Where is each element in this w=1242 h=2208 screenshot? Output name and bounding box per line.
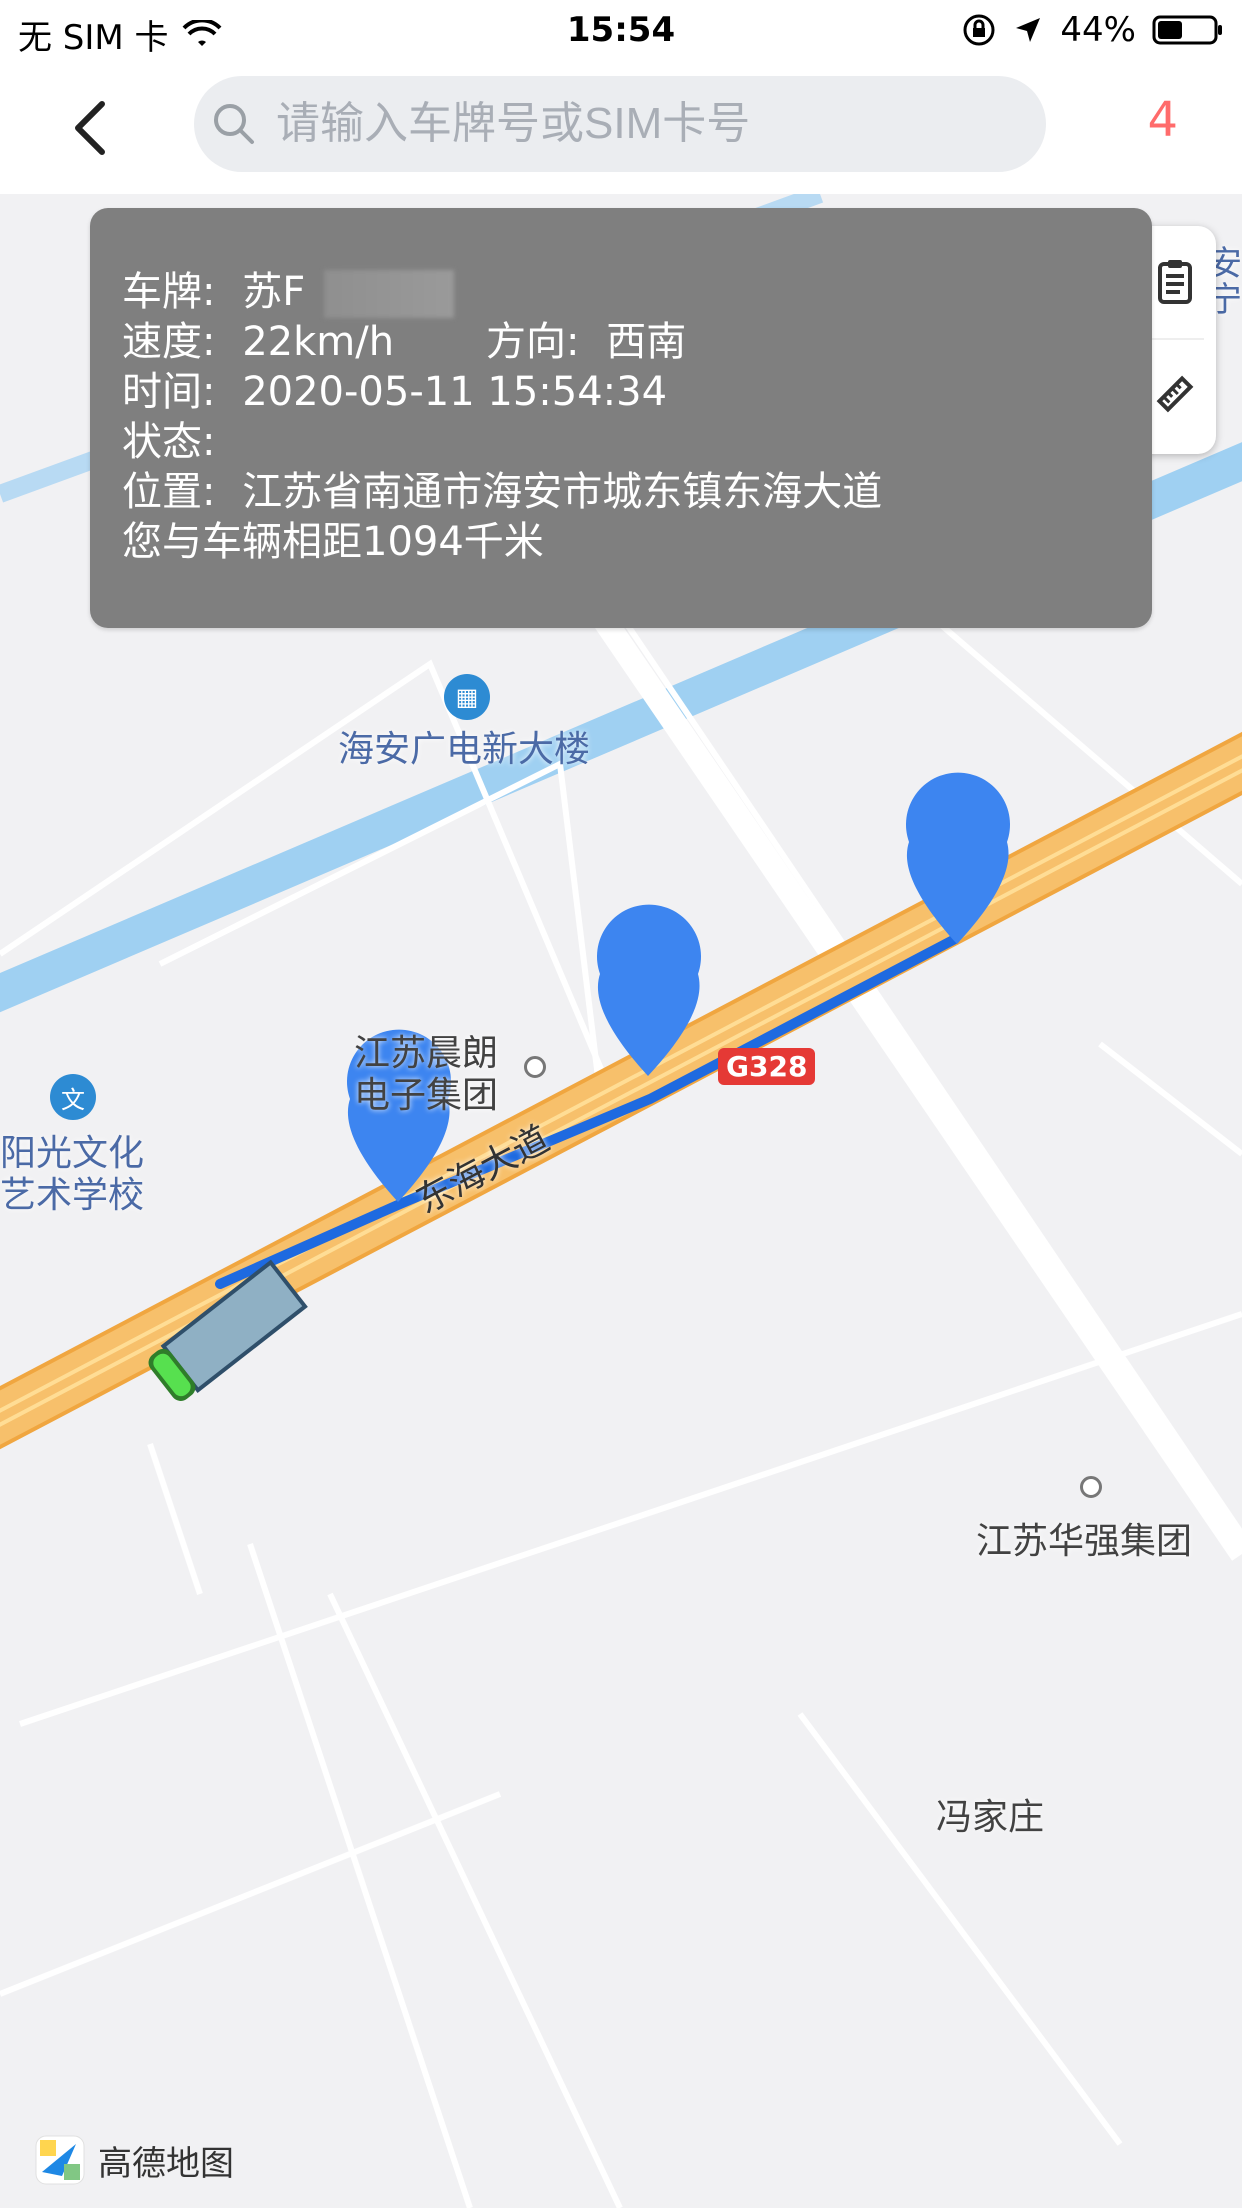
status-bar: 无 SIM 卡 15:54 44% [0, 0, 1242, 62]
speed-label: 速度: [122, 319, 216, 365]
road-badge-g328: G328 [718, 1048, 816, 1085]
amap-logo-icon [35, 2135, 85, 2185]
status-label: 状态: [122, 419, 216, 465]
search-icon [194, 102, 274, 146]
battery-icon [1152, 13, 1224, 47]
plate-value: 苏F [242, 269, 306, 315]
top-nav: 4 [0, 62, 1242, 195]
plate-label: 车牌: [122, 269, 216, 315]
building-icon[interactable]: ▦ [444, 674, 490, 720]
location-value: 江苏省南通市海安市城东镇东海大道 [242, 469, 883, 515]
ruler-icon [1156, 375, 1194, 413]
vehicle-info-panel: 车牌: 苏F 速度: 22km/h 方向: 西南 时间: 2020-05-11 … [90, 208, 1152, 628]
poi-dot[interactable] [524, 1056, 546, 1078]
battery-percent: 44% [1060, 10, 1136, 50]
clipboard-icon [1158, 260, 1192, 304]
amap-logo: 高德地图 [32, 2132, 234, 2188]
location-arrow-icon [1012, 14, 1044, 46]
search-bar[interactable] [194, 76, 1046, 172]
label-huaqiang-group[interactable]: 江苏华强集团 [976, 1512, 1192, 1564]
label-chenlang-line2[interactable]: 电子集团 [354, 1066, 498, 1118]
plate-obscured [323, 270, 454, 318]
speed-value: 22km/h [242, 319, 395, 365]
poi-dot[interactable] [1080, 1476, 1102, 1498]
label-haian-building[interactable]: 海安广电新大楼 [338, 720, 590, 772]
search-input[interactable] [274, 98, 998, 150]
direction-value: 西南 [606, 319, 687, 365]
orientation-lock-icon [962, 13, 996, 47]
school-icon[interactable]: 文 [50, 1074, 96, 1120]
back-button[interactable] [62, 96, 126, 160]
direction-label: 方向: [486, 319, 580, 365]
label-fengjiazhuang[interactable]: 冯家庄 [936, 1788, 1044, 1840]
time-value: 2020-05-11 15:54:34 [242, 369, 668, 415]
vehicle-count[interactable]: 4 [1147, 92, 1178, 148]
chevron-left-icon [75, 101, 105, 155]
time-label: 时间: [122, 369, 216, 415]
location-label: 位置: [122, 469, 216, 515]
distance-text: 您与车辆相距1094千米 [122, 519, 544, 565]
label-yangguang-line2[interactable]: 艺术学校 [0, 1166, 144, 1218]
amap-name: 高德地图 [98, 2143, 234, 2184]
